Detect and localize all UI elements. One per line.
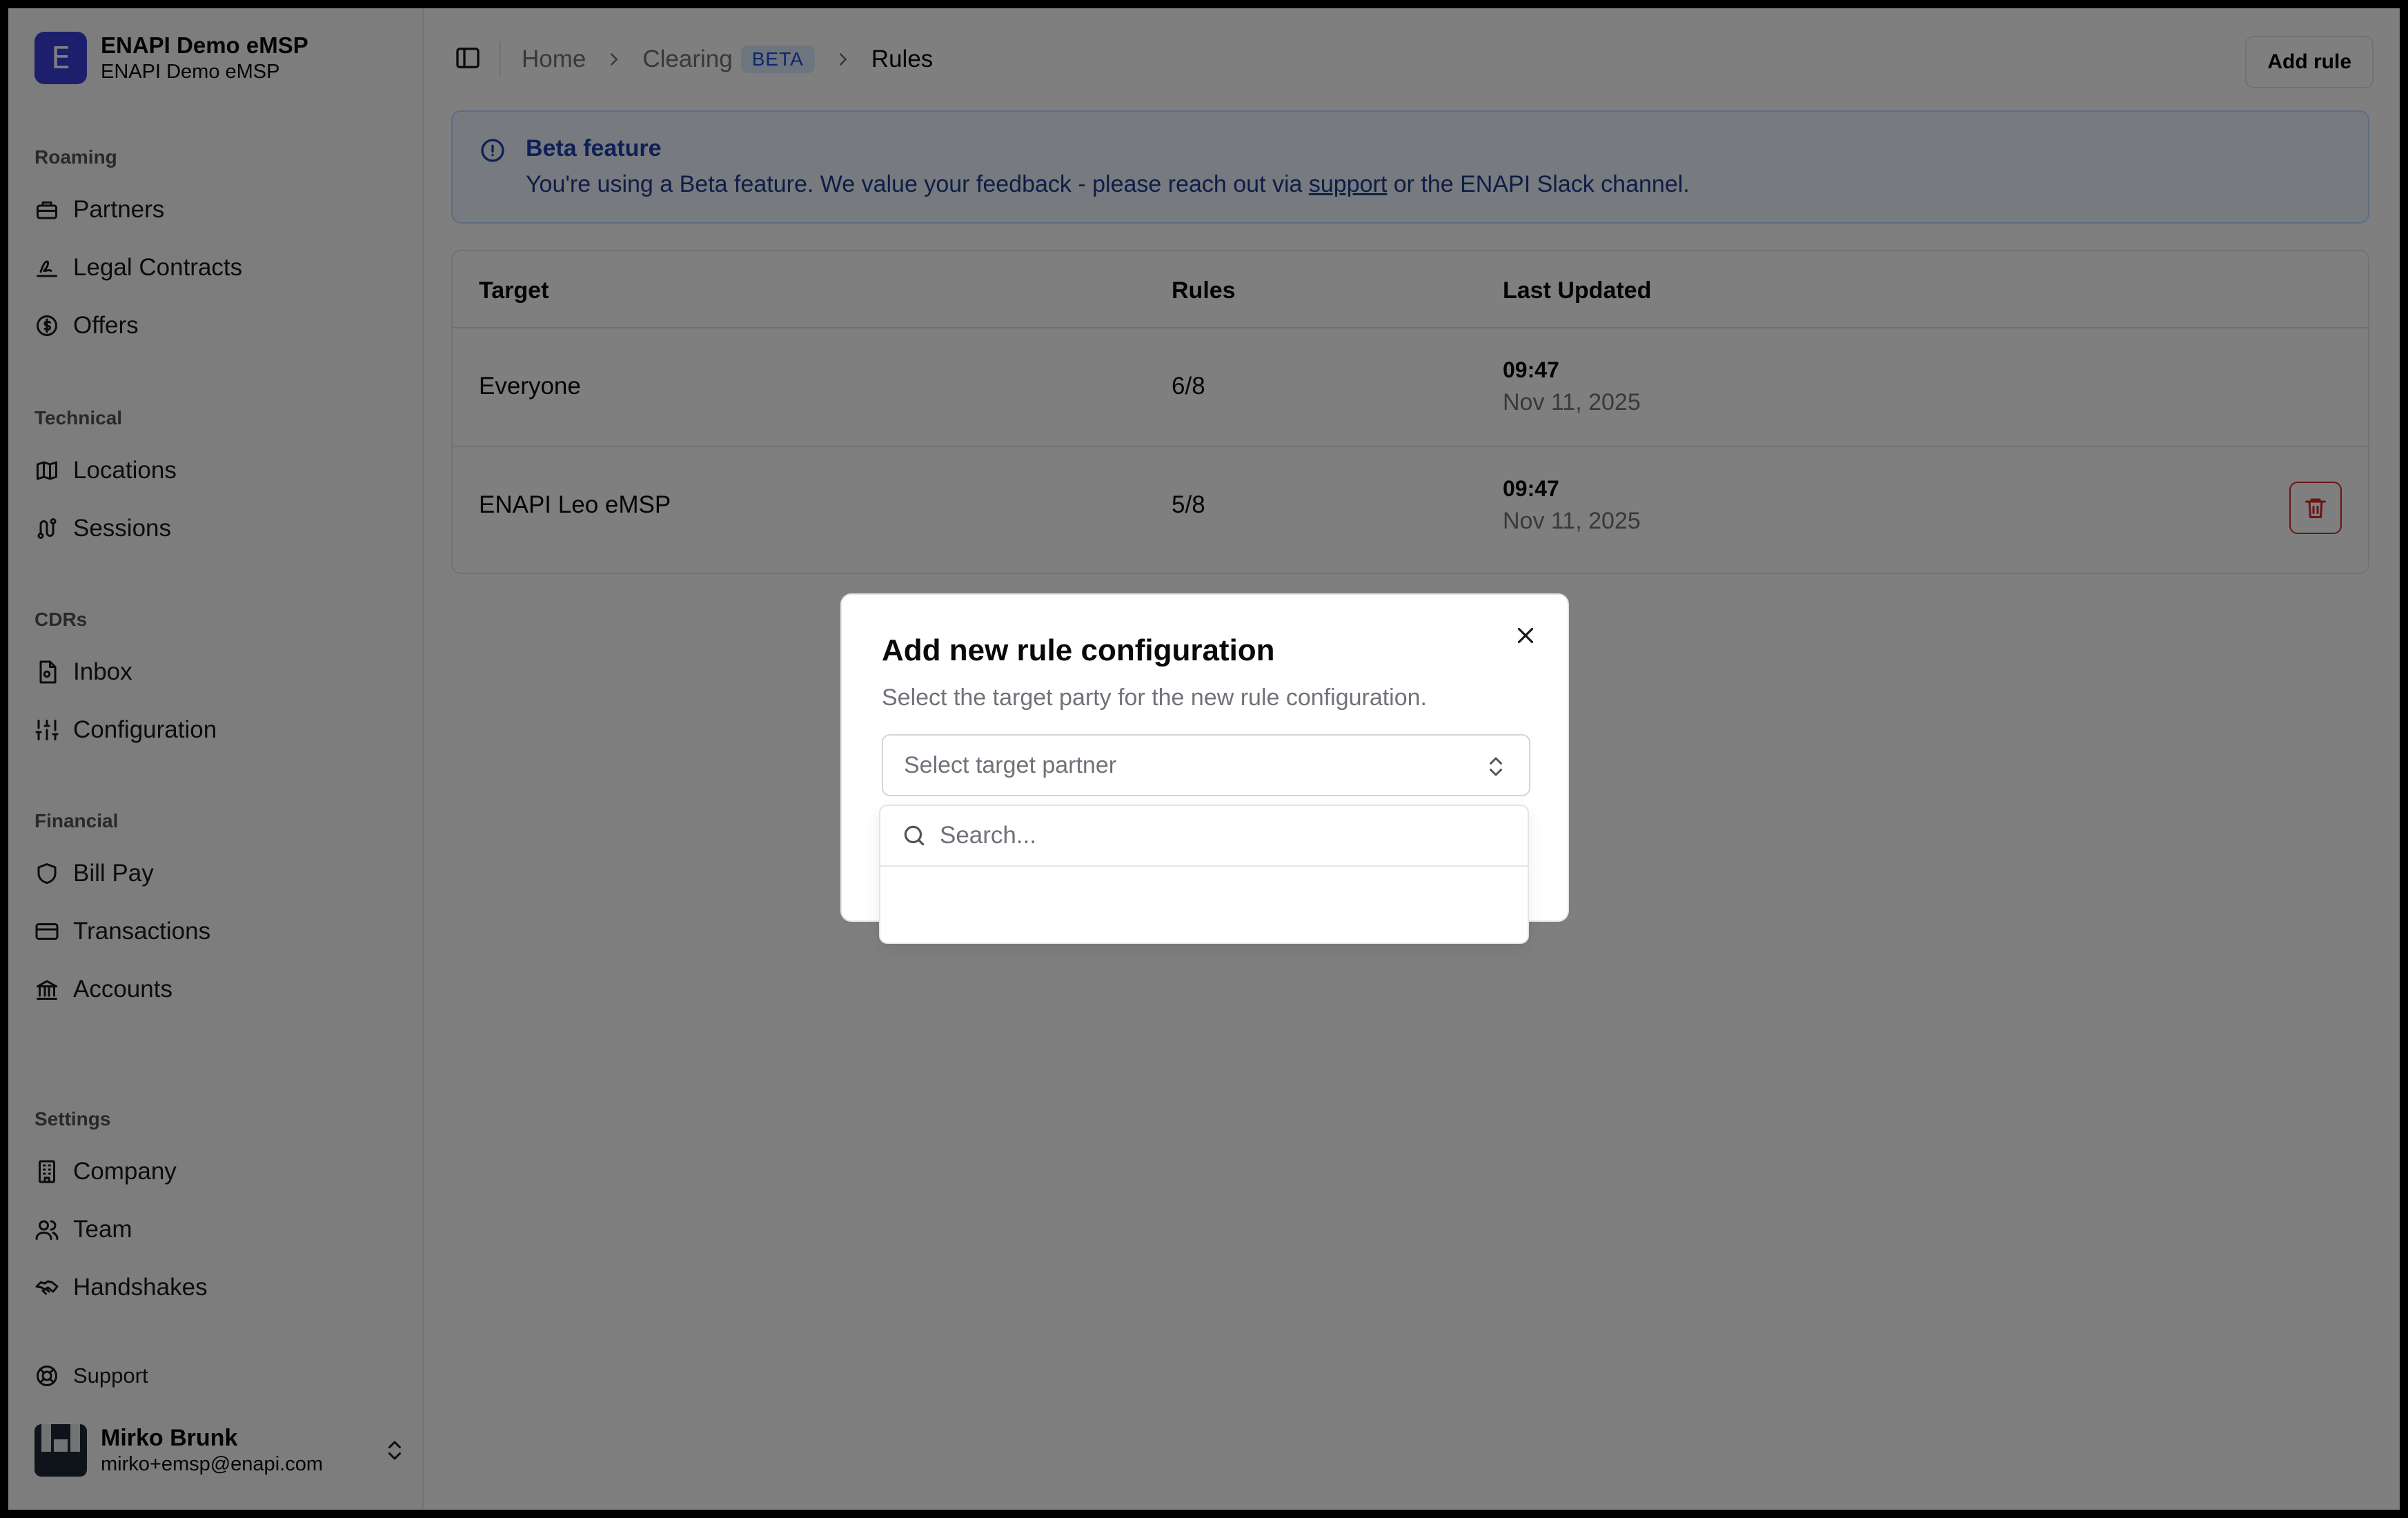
search-icon [904,825,925,846]
select-placeholder: Select target partner [904,751,1117,778]
close-icon[interactable] [1512,622,1539,649]
dialog-description: Select the target party for the new rule… [882,684,1428,711]
search-input[interactable] [940,822,1492,849]
dropdown-search [880,806,1528,867]
chevrons-up-down-icon [1490,757,1502,776]
app-window: E ENAPI Demo eMSP ENAPI Demo eMSP Roamin… [8,8,2400,1510]
dialog-title: Add new rule configuration [882,633,1275,667]
target-partner-select[interactable]: Select target partner [882,734,1530,796]
partner-dropdown [879,805,1529,944]
